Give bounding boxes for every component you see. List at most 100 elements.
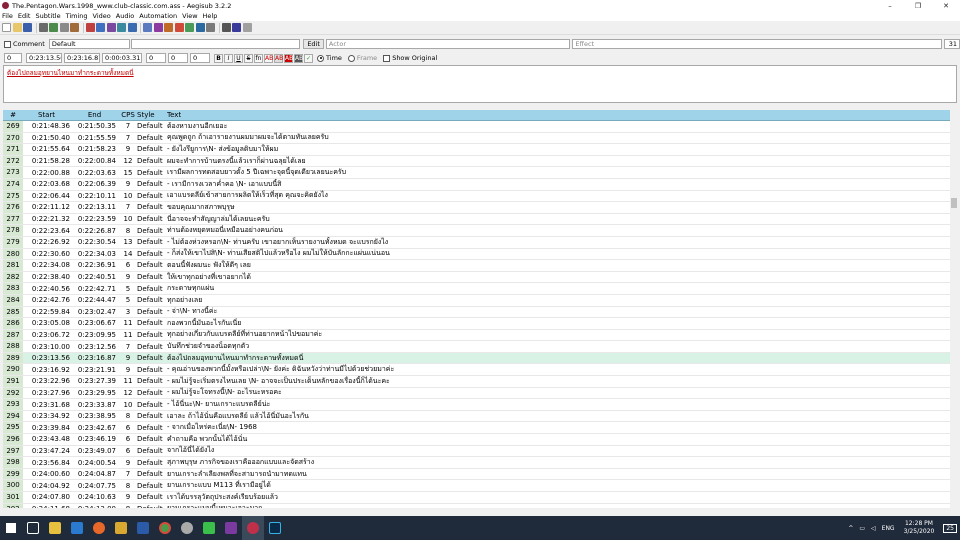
automation-icon[interactable]: [221, 23, 231, 32]
margin-vertical-field[interactable]: 0: [190, 53, 210, 63]
table-row[interactable]: 292 0:23:27.96 0:23:29.95 12 Default - ผมไม่ร…: [3, 387, 950, 400]
table-row[interactable]: 276 0:22:11.12 0:22:13.11 7 Default ขอบคุณมาก…: [3, 202, 950, 214]
spell-checker-icon[interactable]: [206, 23, 215, 32]
menu-edit[interactable]: Edit: [18, 12, 31, 20]
volume-icon[interactable]: ◁: [871, 525, 876, 532]
taskbar-app-purple[interactable]: [220, 516, 242, 540]
table-row[interactable]: 293 0:23:31.68 0:23:33.87 10 Default - ไอ้นี่…: [3, 399, 950, 411]
table-row[interactable]: 3020:24:11.680:24:13.008Defaultยานเกราะแ…: [3, 503, 950, 508]
menu-view[interactable]: View: [182, 12, 197, 20]
minimize-button[interactable]: –: [876, 0, 904, 11]
notification-badge[interactable]: 25: [943, 523, 957, 533]
header-text[interactable]: Text: [167, 111, 950, 119]
attachments-icon[interactable]: [96, 23, 105, 32]
effect-field[interactable]: Effect: [572, 39, 943, 49]
table-row[interactable]: 272 0:21:58.28 0:22:00.84 12 Default ผมจะทำกา…: [3, 155, 950, 168]
taskbar-explorer[interactable]: [44, 516, 66, 540]
italic-button[interactable]: I: [224, 53, 233, 63]
properties-icon[interactable]: [85, 23, 95, 32]
table-row[interactable]: 299 0:24:00.60 0:24:04.87 7 Default ยานเกราะล…: [3, 468, 950, 481]
table-row[interactable]: 287 0:23:06.72 0:23:09.95 11 Default ทุกอย่าง…: [3, 329, 950, 342]
taskbar-line[interactable]: [198, 516, 220, 540]
strikeout-button[interactable]: S: [244, 53, 253, 63]
menu-subtitle[interactable]: Subtitle: [35, 12, 60, 20]
duration-field[interactable]: 0:00:03.31: [102, 53, 142, 63]
table-row[interactable]: 298 0:23:56.84 0:24:00.54 9 Default สุภาพบุรุ…: [3, 457, 950, 469]
translation-assistant-icon[interactable]: [164, 23, 173, 32]
network-icon[interactable]: ▭: [859, 525, 865, 532]
table-row[interactable]: 301 0:24:07.80 0:24:10.63 9 Default เราได้บรร…: [3, 492, 950, 504]
jump-to-icon[interactable]: [59, 23, 69, 32]
timing-postprocessor-icon[interactable]: [185, 23, 194, 32]
style-field-extended[interactable]: [131, 39, 301, 49]
secondary-color-button[interactable]: AB: [274, 53, 283, 63]
header-style[interactable]: Style: [137, 111, 167, 119]
table-row[interactable]: 282 0:22:38.40 0:22:40.51 9 Default ให้เขาทุก…: [3, 271, 950, 284]
start-time-field[interactable]: 0:23:13.56: [26, 53, 62, 63]
table-row[interactable]: 286 0:23:05.08 0:23:06.67 11 Default กองพวกนี…: [3, 318, 950, 330]
menu-video[interactable]: Video: [93, 12, 111, 20]
open-audio-icon[interactable]: [49, 23, 58, 32]
end-time-field[interactable]: 0:23:16.87: [64, 53, 100, 63]
chevron-up-icon[interactable]: ^: [848, 525, 853, 532]
table-row[interactable]: 271 0:21:55.64 0:21:58.23 9 Default - ยังไงรึ…: [3, 144, 950, 156]
open-file-icon[interactable]: [12, 23, 22, 32]
header-number[interactable]: #: [3, 110, 23, 120]
table-row[interactable]: 283 0:22:40.56 0:22:42.71 5 Default กระดาษทุก…: [3, 283, 950, 295]
task-view-button[interactable]: [22, 516, 44, 540]
styling-assistant-icon[interactable]: [153, 23, 163, 32]
margin-left-field[interactable]: 0: [146, 53, 166, 63]
commit-check-icon[interactable]: ✓: [304, 53, 313, 63]
actor-field[interactable]: Actor: [325, 39, 571, 49]
frame-radio[interactable]: [347, 54, 355, 62]
find-icon[interactable]: [117, 23, 126, 32]
table-row[interactable]: 295 0:23:39.84 0:23:42.67 6 Default - จากเมื่…: [3, 422, 950, 435]
table-row[interactable]: 280 0:22:30.60 0:22:34.03 14 Default - ก็ส่งใ…: [3, 248, 950, 261]
comment-checkbox[interactable]: [4, 40, 11, 48]
table-row[interactable]: 290 0:23:16.92 0:23:21.91 9 Default - คุณอ่าน…: [3, 364, 950, 377]
bold-button[interactable]: B: [214, 53, 223, 63]
resample-icon[interactable]: [174, 23, 184, 32]
table-row[interactable]: 281 0:22:34.08 0:22:36.91 6 Default ตอนนี้ฟัง…: [3, 260, 950, 272]
table-row[interactable]: 284 0:22:42.76 0:22:44.47 5 Default ทุกอย่างเ…: [3, 294, 950, 307]
start-button[interactable]: [0, 516, 22, 540]
table-row[interactable]: 294 0:23:34.92 0:23:38.95 8 Default เอาละ ถ้า…: [3, 410, 950, 423]
show-original-checkbox[interactable]: [383, 54, 391, 62]
table-row[interactable]: 269 0:21:48.36 0:21:50.35 7 Default ต้องหามงา…: [3, 121, 950, 133]
outline-color-button[interactable]: AB: [284, 53, 293, 63]
table-row[interactable]: 285 0:22:59.84 0:23:02.47 3 Default - จ่า\N- …: [3, 306, 950, 319]
style-select[interactable]: Default: [48, 39, 131, 49]
taskbar-chrome[interactable]: [154, 516, 176, 540]
table-row[interactable]: 275 0:22:06.44 0:22:10.11 10 Default เอาแบรดล…: [3, 190, 950, 203]
taskbar-mail[interactable]: [66, 516, 88, 540]
table-row[interactable]: 273 0:22:00.88 0:22:03.63 15 Default เรามีผลก…: [3, 167, 950, 179]
find-replace-icon[interactable]: [127, 23, 137, 32]
time-radio[interactable]: [317, 54, 324, 62]
table-row[interactable]: 279 0:22:26.92 0:22:30.54 13 Default - ไม่ต้อ…: [3, 236, 950, 249]
taskbar-firefox[interactable]: [88, 516, 110, 540]
taskbar-photoshop[interactable]: [264, 516, 286, 540]
edit-style-button[interactable]: Edit: [303, 39, 324, 49]
zoom-icon[interactable]: [70, 23, 79, 32]
close-button[interactable]: ✕: [932, 0, 960, 11]
keyboard-shortcuts-icon[interactable]: [242, 23, 252, 32]
menu-timing[interactable]: Timing: [66, 12, 88, 20]
table-row[interactable]: 270 0:21:50.40 0:21:55.59 7 Default คุณพูดถูก…: [3, 132, 950, 145]
subtitle-grid[interactable]: # Start End CPS Style Text 269 0:21:48.36…: [3, 110, 950, 508]
underline-button[interactable]: U: [234, 53, 243, 63]
margin-right-field[interactable]: 0: [168, 53, 188, 63]
taskbar-aegisub[interactable]: [242, 516, 264, 540]
taskbar-word[interactable]: [132, 516, 154, 540]
menu-automation[interactable]: Automation: [139, 12, 177, 20]
save-icon[interactable]: [23, 23, 32, 32]
header-start[interactable]: Start: [23, 111, 73, 119]
shadow-color-button[interactable]: AB: [294, 53, 303, 63]
header-cps[interactable]: CPS: [119, 111, 137, 119]
table-row[interactable]: 297 0:23:47.24 0:23:49.07 6 Default จากไอ้นี่…: [3, 445, 950, 458]
menu-help[interactable]: Help: [203, 12, 218, 20]
table-row[interactable]: 289 0:23:13.56 0:23:16.87 9 Default ต้องไปถลม…: [3, 352, 950, 365]
primary-color-button[interactable]: AB: [264, 53, 273, 63]
styles-manager-icon[interactable]: [143, 23, 152, 32]
open-video-icon[interactable]: [38, 23, 48, 32]
table-row[interactable]: 288 0:23:10.00 0:23:12.56 7 Default บันทึกช่ว…: [3, 341, 950, 353]
